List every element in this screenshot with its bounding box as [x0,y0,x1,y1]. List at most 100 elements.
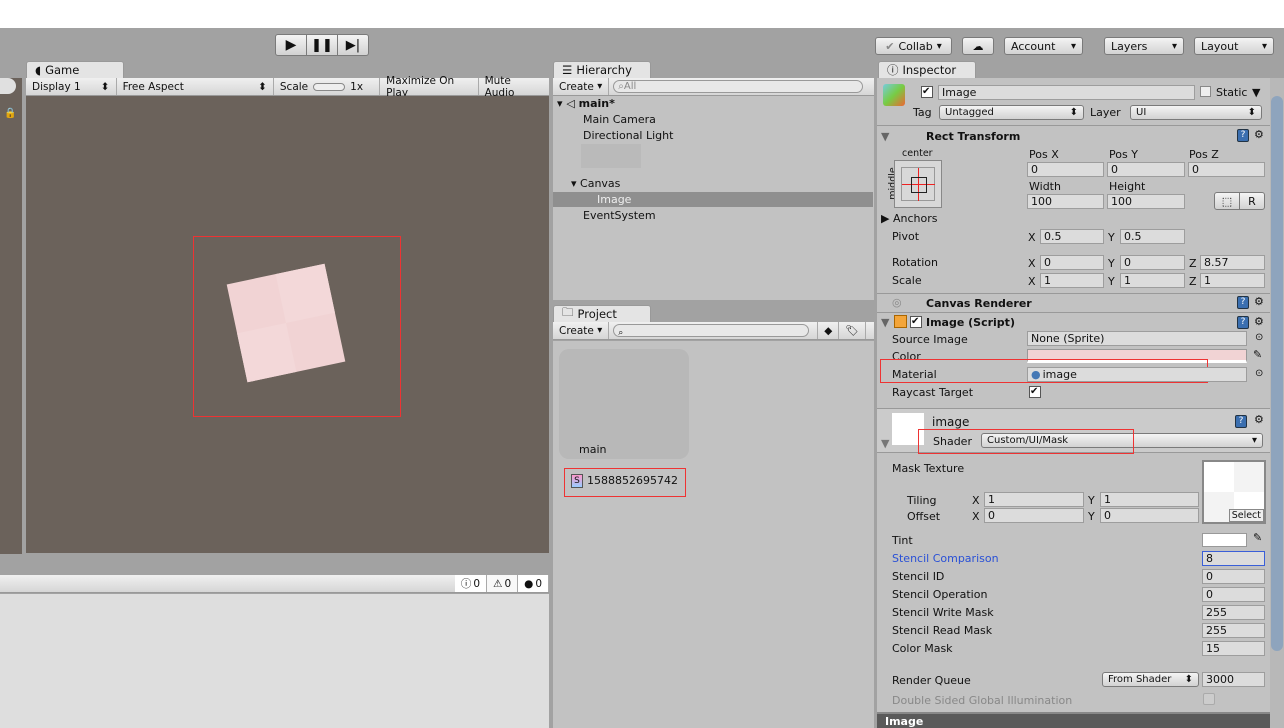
preview-bar[interactable]: Image [877,712,1270,728]
aspect-dropdown[interactable]: Free Aspect ⬍ [117,78,274,95]
object-picker-icon[interactable]: ⊙ [1255,332,1263,343]
help-icon[interactable]: ? [1235,415,1247,428]
tint-color-swatch[interactable] [1202,533,1247,547]
tab-game[interactable]: ◖ Game [26,61,124,78]
tiling-x-input[interactable]: 1 [984,492,1084,507]
project-item-shader[interactable]: S 1588852695742 [571,474,678,488]
gear-icon[interactable]: ⚙ [1254,413,1264,426]
gear-icon[interactable]: ⚙ [1254,295,1264,308]
blueprint-mode-button[interactable]: ⬚ [1214,192,1240,210]
filter-by-label-button[interactable]: 🏷 [839,322,866,339]
texture-select-button[interactable]: Select [1228,509,1264,522]
posx-input[interactable]: 0 [1027,162,1104,177]
active-checkbox[interactable]: ✔ [921,86,933,98]
layers-dropdown[interactable]: Layers ▾ [1104,37,1184,55]
layer-dropdown[interactable]: UI ⬍ [1130,105,1262,120]
posz-input[interactable]: 0 [1188,162,1265,177]
tab-project[interactable]: 🗀 Project [553,305,651,322]
material-field[interactable]: ● image [1027,367,1247,382]
offset-y-input[interactable]: 0 [1100,508,1199,523]
tab-inspector[interactable]: ⓘ Inspector [878,61,976,78]
inspector-scrollbar[interactable] [1270,78,1284,728]
warning-filter[interactable]: ⚠ 0 [487,575,519,592]
material-property-input[interactable]: 0 [1202,587,1265,602]
component-enabled-checkbox[interactable]: ✔ [910,316,922,328]
game-view[interactable] [26,96,549,553]
tree-item[interactable]: EventSystem [583,209,656,222]
mask-texture-slot[interactable]: Select [1202,460,1266,524]
material-property-input[interactable]: 255 [1202,623,1265,638]
project-search-input[interactable]: ⌕ [613,324,810,338]
layout-dropdown[interactable]: Layout ▾ [1194,37,1274,55]
account-dropdown[interactable]: Account ▾ [1004,37,1083,55]
step-button[interactable]: ▶| [338,34,369,56]
scale-slider[interactable]: Scale 1x [274,78,381,95]
material-property-input[interactable]: 8 [1202,551,1265,566]
collab-button[interactable]: ✔ Collab ▾ [875,37,952,55]
help-icon[interactable]: ? [1237,316,1249,329]
name-input[interactable]: Image [938,85,1195,100]
project-create-button[interactable]: Create ▾ [553,322,610,339]
tab-hierarchy[interactable]: ☰ Hierarchy [553,61,651,78]
static-dropdown-icon[interactable]: ▼ [1252,86,1260,99]
rotation-z-input[interactable]: 8.57 [1200,255,1265,270]
scale-x-input[interactable]: 1 [1040,273,1104,288]
project-item-main[interactable]: main [579,443,606,456]
foldout-icon[interactable]: ▼ [881,316,889,329]
tree-item[interactable]: Directional Light [583,129,673,142]
tree-item[interactable]: Main Camera [583,113,656,126]
maximize-on-play-toggle[interactable]: Maximize On Play [380,75,479,99]
help-icon[interactable]: ? [1237,296,1249,309]
hierarchy-create-button[interactable]: Create ▾ [553,78,610,95]
dsgi-checkbox[interactable] [1203,693,1215,705]
info-filter[interactable]: ⓘ 0 [454,575,488,592]
tree-item-canvas[interactable]: ▾ Canvas [571,177,620,190]
help-icon[interactable]: ? [1237,129,1249,142]
material-property-input[interactable]: 15 [1202,641,1265,656]
scrollbar-thumb[interactable] [1271,96,1283,651]
display-dropdown[interactable]: Display 1 ⬍ [26,78,117,95]
rotation-x-input[interactable]: 0 [1040,255,1104,270]
tree-item-selected[interactable]: Image [553,192,873,207]
scale-y-input[interactable]: 1 [1120,273,1185,288]
hierarchy-search-input[interactable]: ⌕All [613,80,864,93]
raw-edit-button[interactable]: R [1239,192,1265,210]
material-property-input[interactable]: 255 [1202,605,1265,620]
tag-dropdown[interactable]: Untagged ⬍ [939,105,1084,120]
error-filter[interactable]: ● 0 [518,575,549,592]
offset-x-input[interactable]: 0 [984,508,1084,523]
foldout-icon[interactable]: ▼ [881,130,889,143]
mute-audio-toggle[interactable]: Mute Audio [479,75,549,99]
anchors-foldout[interactable]: ▶ Anchors [881,212,937,225]
tiling-y-input[interactable]: 1 [1100,492,1199,507]
foldout-icon[interactable]: ▼ [881,437,889,450]
pause-button[interactable]: ❚❚ [307,34,338,56]
render-queue-dropdown[interactable]: From Shader ⬍ [1102,672,1199,687]
posy-input[interactable]: 0 [1107,162,1185,177]
gear-icon[interactable]: ⚙ [1254,128,1264,141]
eyedropper-icon[interactable]: ✎ [1253,531,1262,544]
source-image-field[interactable]: None (Sprite) [1027,331,1247,346]
play-button[interactable]: ▶ [275,34,307,56]
slider-track[interactable] [313,82,346,91]
rotation-y-input[interactable]: 0 [1120,255,1185,270]
height-input[interactable]: 100 [1107,194,1185,209]
scene-root[interactable]: ▾ ◁ main* [557,97,615,110]
lock-icon[interactable]: 🔒 [4,108,16,119]
raycast-target-checkbox[interactable]: ✔ [1029,386,1041,398]
material-property-input[interactable]: 0 [1202,569,1265,584]
eyedropper-icon[interactable]: ✎ [1253,348,1262,361]
cloud-button[interactable]: ☁ [962,37,994,55]
static-checkbox[interactable] [1200,86,1211,97]
filter-by-type-button[interactable]: ◆ [817,322,840,339]
object-picker-icon[interactable]: ⊙ [1255,368,1263,379]
render-queue-input[interactable]: 3000 [1202,672,1265,687]
scale-z-input[interactable]: 1 [1200,273,1265,288]
width-input[interactable]: 100 [1027,194,1104,209]
anchor-h-label: center [902,148,933,159]
gear-icon[interactable]: ⚙ [1254,315,1264,328]
pivot-label: Pivot [892,230,920,243]
pivot-y-input[interactable]: 0.5 [1120,229,1185,244]
pivot-x-input[interactable]: 0.5 [1040,229,1104,244]
anchor-preset-button[interactable] [894,160,942,208]
